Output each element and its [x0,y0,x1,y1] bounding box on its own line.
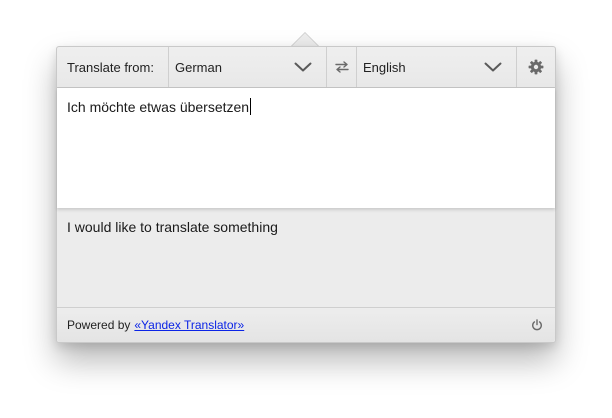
swap-languages-button[interactable] [327,47,357,87]
chevron-down-icon [484,62,502,72]
swap-arrows-icon [334,61,349,73]
translation-result: I would like to translate something [57,208,555,308]
text-caret [250,98,252,115]
footer: Powered by «Yandex Translator» [57,308,555,342]
powered-by-label: Powered by [67,318,131,332]
power-icon[interactable] [531,319,543,331]
gear-icon [528,59,544,75]
source-language-value: German [175,59,222,75]
chevron-down-icon [294,62,312,72]
toolbar: Translate from: German English [57,47,555,88]
target-language-select[interactable]: English [357,47,517,87]
source-text-area[interactable]: Ich möchte etwas übersetzen [57,88,555,208]
yandex-translator-link[interactable]: «Yandex Translator» [134,318,244,332]
target-language-value: English [363,59,406,75]
source-language-select[interactable]: German [169,47,327,87]
translation-text: I would like to translate something [67,219,278,235]
settings-button[interactable] [517,47,555,87]
translate-from-label: Translate from: [57,47,169,87]
translator-popover: Translate from: German English Ich möcht… [56,46,556,343]
source-text: Ich möchte etwas übersetzen [67,99,250,115]
powered-by: Powered by «Yandex Translator» [67,318,244,332]
